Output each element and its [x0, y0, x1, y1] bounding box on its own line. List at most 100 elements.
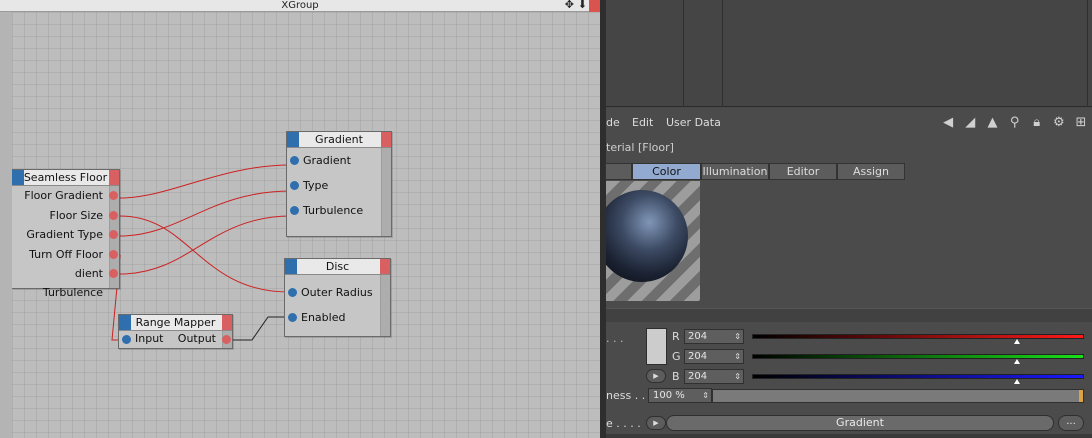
g-value-field[interactable]: 204 ⇕ — [684, 349, 744, 364]
menu-mode[interactable]: de — [606, 114, 620, 132]
stepper-icon[interactable]: ⇕ — [734, 350, 741, 363]
g-slider[interactable] — [752, 354, 1084, 364]
port-floor-size[interactable]: Floor Size — [12, 206, 119, 226]
menu-user-data[interactable]: User Data — [666, 114, 721, 132]
color-swatch[interactable] — [646, 328, 667, 365]
port-in-dot-icon[interactable] — [122, 335, 131, 344]
section-band — [606, 308, 1092, 322]
brightness-field[interactable]: 100 % ⇕ — [648, 388, 712, 403]
node-gradient-title: Gradient — [315, 133, 363, 146]
brightness-slider[interactable] — [712, 389, 1084, 403]
port-gradient-turbulence[interactable]: dient Turbulence — [12, 264, 119, 299]
b-slider[interactable] — [752, 374, 1084, 384]
node-disc-output-icon[interactable] — [380, 259, 390, 274]
port-range-mapper-row[interactable]: Input Output — [119, 331, 232, 348]
r-slider[interactable] — [752, 334, 1084, 344]
texture-expand-button[interactable]: ▶ — [646, 416, 666, 430]
port-gradient-in[interactable]: Gradient — [287, 148, 391, 173]
menu-edit[interactable]: Edit — [632, 114, 653, 132]
node-seamless-floor-header[interactable]: Seamless Floor — [12, 170, 119, 186]
tab-assign[interactable]: Assign — [837, 163, 905, 180]
port-label: Enabled — [301, 311, 346, 324]
color-b-row: B 204 ⇕ — [672, 369, 1092, 384]
texture-more-button[interactable]: ... — [1058, 415, 1084, 431]
texture-label: e . . . . — [606, 417, 641, 430]
color-mode-button[interactable]: ▶ — [646, 369, 666, 383]
port-outer-radius-in[interactable]: Outer Radius — [285, 280, 390, 305]
port-in-dot-icon[interactable] — [290, 206, 299, 215]
lock-icon[interactable]: 🔒︎ — [1028, 115, 1046, 130]
port-label: Type — [303, 179, 329, 192]
node-disc-handle[interactable] — [285, 259, 297, 274]
port-label: Turbulence — [303, 204, 364, 217]
stepper-icon[interactable]: ⇕ — [702, 389, 709, 402]
attribute-manager: de Edit User Data ◀ ◢ ▲ ⚲ 🔒︎ ⚙ ⊞ terial … — [605, 108, 1092, 438]
arrow-left-icon[interactable]: ◀ — [939, 115, 957, 130]
port-label: Gradient — [303, 154, 351, 167]
node-range-mapper[interactable]: Range Mapper Input Output — [118, 314, 233, 349]
node-disc[interactable]: Disc Outer Radius Enabled — [284, 258, 391, 337]
top-right-panel — [606, 0, 1092, 107]
node-range-mapper-handle[interactable] — [119, 315, 131, 330]
node-gradient[interactable]: Gradient Gradient Type Turbulence — [286, 131, 392, 237]
node-seamless-floor-output-icon[interactable] — [109, 170, 119, 185]
port-label: dient Turbulence — [42, 267, 103, 299]
port-out-dot-icon[interactable] — [109, 191, 118, 200]
port-out-dot-icon[interactable] — [222, 335, 231, 344]
new-panel-icon[interactable]: ⊞ — [1072, 115, 1090, 130]
stepper-icon[interactable]: ⇕ — [734, 330, 741, 343]
move-icon[interactable]: ✥ — [565, 0, 574, 10]
port-type-in[interactable]: Type — [287, 173, 391, 198]
port-input-label: Input — [135, 332, 164, 345]
bottom-strip — [606, 434, 1092, 438]
g-slider-knob[interactable] — [1014, 359, 1020, 364]
port-label: Floor Gradient — [24, 189, 103, 202]
port-floor-gradient[interactable]: Floor Gradient — [12, 186, 119, 206]
cursor-icon[interactable]: ▲ — [983, 115, 1001, 130]
node-range-mapper-title: Range Mapper — [135, 316, 216, 329]
port-turn-off-floor[interactable]: Turn Off Floor — [12, 245, 119, 265]
color-g-row: G 204 ⇕ — [672, 349, 1092, 364]
xgroup-title: XGroup — [281, 0, 319, 11]
texture-button[interactable]: Gradient — [666, 415, 1054, 431]
node-disc-header[interactable]: Disc — [285, 259, 390, 275]
r-slider-knob[interactable] — [1014, 339, 1020, 344]
port-out-dot-icon[interactable] — [109, 269, 118, 278]
port-enabled-in[interactable]: Enabled — [285, 305, 390, 330]
node-seamless-floor-handle[interactable] — [12, 170, 24, 185]
tab-illumination[interactable]: Illumination — [701, 163, 769, 180]
port-label: Turn Off Floor — [29, 247, 103, 261]
node-range-mapper-header[interactable]: Range Mapper — [119, 315, 232, 331]
port-in-dot-icon[interactable] — [290, 181, 299, 190]
port-in-dot-icon[interactable] — [288, 288, 297, 297]
stepper-icon[interactable]: ⇕ — [734, 370, 741, 383]
material-preview[interactable] — [606, 181, 700, 301]
color-label-dots: . . . — [606, 332, 624, 345]
b-slider-knob[interactable] — [1014, 379, 1020, 384]
settings-icon[interactable]: ⚙ — [1050, 115, 1068, 130]
material-title: terial [Floor] — [606, 141, 674, 154]
b-value-field[interactable]: 204 ⇕ — [684, 369, 744, 384]
arrow-up-icon[interactable]: ◢ — [961, 115, 979, 130]
r-value-field[interactable]: 204 ⇕ — [684, 329, 744, 344]
node-gradient-output-icon[interactable] — [381, 132, 391, 147]
port-gradient-type[interactable]: Gradient Type — [12, 225, 119, 245]
color-r-row: R 204 ⇕ — [672, 329, 1092, 344]
xgroup-close-icon[interactable] — [589, 0, 600, 12]
node-seamless-floor[interactable]: Seamless Floor Floor Gradient Floor Size… — [12, 169, 120, 299]
r-value: 204 — [688, 331, 708, 342]
port-in-dot-icon[interactable] — [288, 313, 297, 322]
node-gradient-header[interactable]: Gradient — [287, 132, 391, 148]
search-icon[interactable]: ⚲ — [1006, 115, 1024, 130]
port-in-dot-icon[interactable] — [290, 156, 299, 165]
tab-editor[interactable]: Editor — [769, 163, 837, 180]
port-out-dot-icon[interactable] — [109, 210, 118, 220]
node-gradient-handle[interactable] — [287, 132, 299, 147]
port-out-dot-icon[interactable] — [109, 249, 118, 259]
tab-basic[interactable] — [605, 163, 632, 180]
tab-color[interactable]: Color — [632, 163, 701, 180]
port-out-dot-icon[interactable] — [109, 230, 118, 239]
node-range-mapper-output-icon[interactable] — [222, 315, 232, 330]
port-turbulence-in[interactable]: Turbulence — [287, 198, 391, 223]
collapse-icon[interactable]: ⬇ — [578, 0, 587, 10]
